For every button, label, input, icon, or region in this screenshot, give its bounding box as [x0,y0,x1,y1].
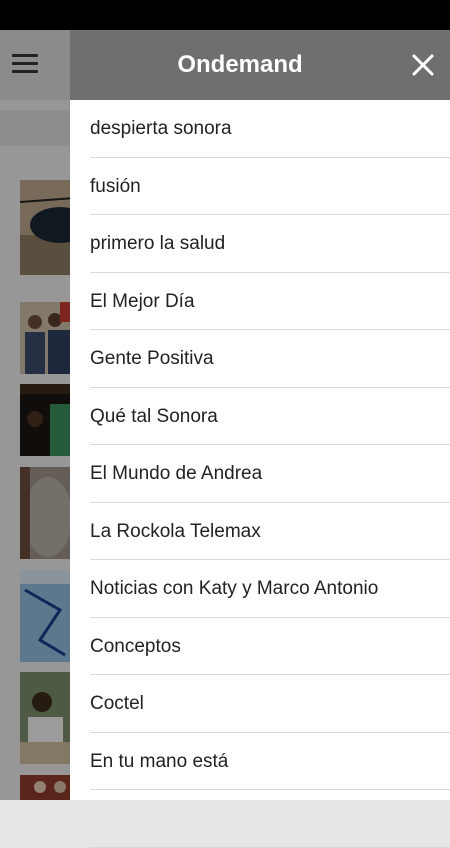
menu-item-label: primero la salud [90,233,226,255]
menu-item-label: Noticias con Katy y Marco Antonio [90,578,379,600]
menu-item-noticias-katy-marco[interactable]: Noticias con Katy y Marco Antonio [90,560,450,618]
menu-item-coctel[interactable]: Coctel [90,675,450,733]
navigation-drawer: Ondemand despierta sonora fusión primero… [70,30,450,848]
menu-item-primero-la-salud[interactable]: primero la salud [90,215,450,273]
menu-item-label: Gente Positiva [90,348,214,370]
menu-item-despierta-sonora[interactable]: despierta sonora [90,100,450,158]
menu-item-label: Coctel [90,693,144,715]
menu-item-label: Conceptos [90,635,181,657]
menu-item-el-mundo-de-andrea[interactable]: El Mundo de Andrea [90,445,450,503]
menu-item-label: Qué tal Sonora [90,405,218,427]
menu-item-label: La Rockola Telemax [90,520,261,542]
menu-item-gente-positiva[interactable]: Gente Positiva [90,330,450,388]
menu-item-label: El Mundo de Andrea [90,463,263,485]
drawer-title: Ondemand [177,51,303,78]
menu-item-que-tal-sonora[interactable]: Qué tal Sonora [90,388,450,445]
close-icon[interactable] [410,52,436,78]
menu-item-en-tu-mano-esta[interactable]: En tu mano está [90,733,450,790]
menu-item-label: El Mejor Día [90,290,195,312]
menu-item-el-mejor-dia[interactable]: El Mejor Día [90,273,450,330]
menu-item-fusion[interactable]: fusión [90,158,450,215]
menu-item-next[interactable] [90,790,450,848]
menu-item-la-rockola-telemax[interactable]: La Rockola Telemax [90,503,450,560]
drawer-menu-list: despierta sonora fusión primero la salud… [90,100,450,848]
menu-item-label: fusión [90,175,141,197]
drawer-header: Ondemand [70,30,450,100]
status-bar [0,0,450,30]
menu-item-label: En tu mano está [90,750,229,772]
menu-item-label: despierta sonora [90,118,232,140]
menu-item-conceptos[interactable]: Conceptos [90,618,450,675]
